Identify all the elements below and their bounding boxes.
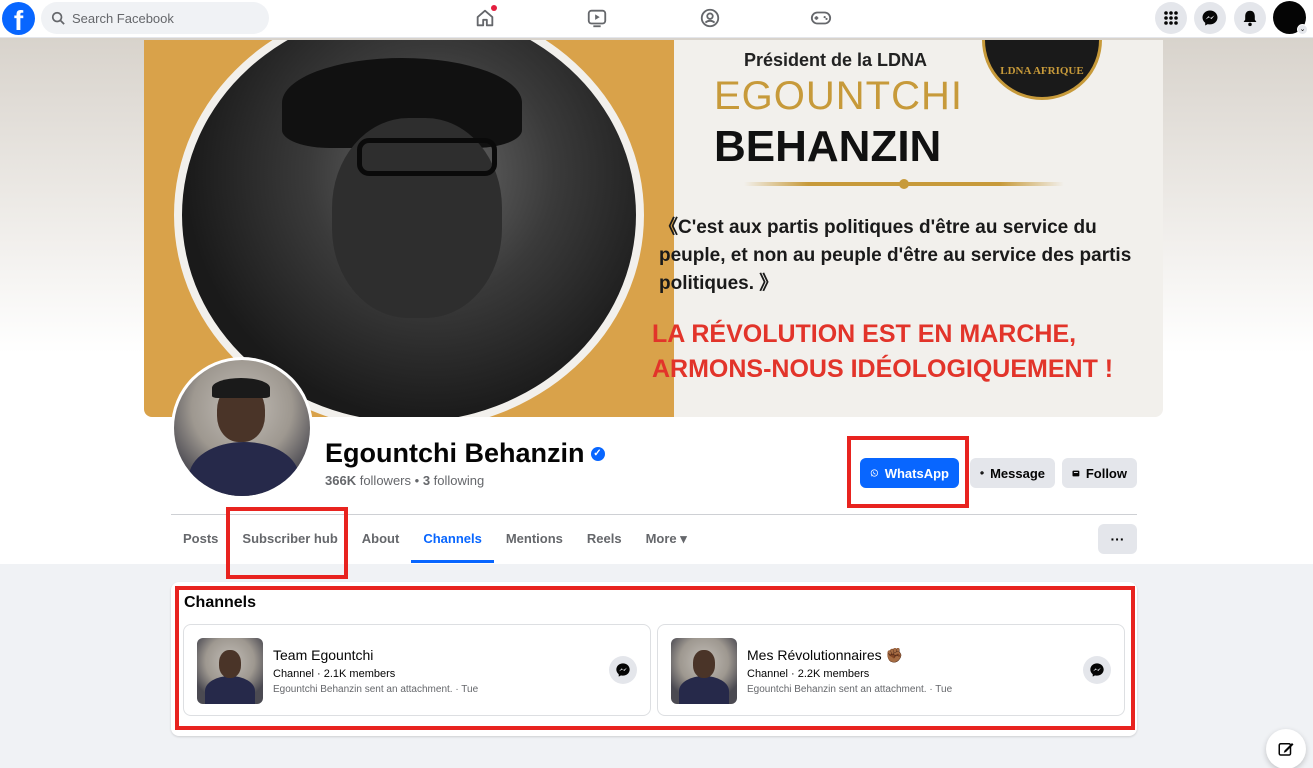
followers-label[interactable]: followers [360,473,411,488]
messenger-icon [616,663,630,677]
channel-thumbnail [671,638,737,704]
new-message-button[interactable] [1266,729,1306,768]
channel-meta: Channel · 2.2K members [747,668,870,680]
messenger-icon [1090,663,1104,677]
tab-posts[interactable]: Posts [171,515,230,563]
tab-mentions[interactable]: Mentions [494,515,575,563]
channel-meta: Channel · 2.1K members [273,668,396,680]
home-icon[interactable] [472,5,498,31]
cover-last-name: BEHANZIN [714,122,942,171]
whatsapp-button[interactable]: WhatsApp [860,458,959,488]
profile-tabs: Posts Subscriber hub About Channels Ment… [171,515,699,563]
channel-item[interactable]: Mes Révolutionnaires ✊🏾 Channel · 2.2K m… [657,624,1125,716]
search-box[interactable] [41,2,269,34]
follower-stats: 366K followers • 3 following [325,473,485,488]
bell-icon[interactable] [1234,2,1266,34]
channel-messenger-button[interactable] [1083,656,1111,684]
cover-slogan: LA RÉVOLUTION EST EN MARCHE, ARMONS-NOUS… [652,320,1114,383]
cover-photo[interactable]: LDNA AFRIQUE Président de la LDNA EGOUNT… [144,40,1163,417]
following-label[interactable]: following [434,473,485,488]
message-button[interactable]: Message [970,458,1055,488]
messenger-icon [980,471,984,475]
ldna-logo: LDNA AFRIQUE [982,40,1102,100]
profile-name: Egountchi Behanzin ✓ [325,438,605,469]
compose-icon [1278,743,1294,756]
more-options-button[interactable]: ··· [1098,524,1137,554]
tab-channels[interactable]: Channels [411,515,494,563]
channel-last-activity: Egountchi Behanzin sent an attachment. ·… [273,684,479,695]
followers-count[interactable]: 366K [325,473,356,488]
groups-icon[interactable] [697,5,723,31]
channel-item[interactable]: Team Egountchi Channel · 2.1K members Eg… [183,624,651,716]
channel-name: Team Egountchi [273,647,374,663]
gaming-icon[interactable] [808,5,834,31]
follow-button[interactable]: Follow [1062,458,1137,488]
cover-first-name: EGOUNTCHI [714,74,963,118]
menu-grid-icon[interactable] [1155,2,1187,34]
facebook-logo-icon[interactable]: f [2,2,35,35]
notification-dot [491,5,497,11]
account-avatar[interactable]: ⌄ [1273,1,1308,35]
tab-reels[interactable]: Reels [575,515,634,563]
video-icon[interactable] [584,5,610,31]
whatsapp-icon [870,469,878,477]
profile-picture[interactable] [171,357,313,499]
channel-name: Mes Révolutionnaires ✊🏾 [747,647,903,663]
tab-about[interactable]: About [350,515,412,563]
search-icon [51,11,65,25]
messenger-icon[interactable] [1194,2,1226,34]
channel-last-activity: Egountchi Behanzin sent an attachment. ·… [747,684,953,695]
verified-badge-icon: ✓ [590,446,605,461]
tab-more[interactable]: More ▾ [634,515,699,563]
top-navbar: f ⌄ [0,0,1313,38]
cover-quote: 《C'est aux partis politiques d'être au s… [659,217,1132,294]
cover-president-label: Président de la LDNA [744,50,928,70]
cover-divider [744,179,1064,189]
follow-icon [1072,470,1080,476]
following-count[interactable]: 3 [423,473,430,488]
channel-messenger-button[interactable] [609,656,637,684]
channels-title: Channels [184,594,257,611]
search-input[interactable] [72,10,252,26]
channel-thumbnail [197,638,263,704]
tab-subscriber-hub[interactable]: Subscriber hub [230,515,349,563]
chevron-down-icon: ⌄ [1297,24,1308,35]
